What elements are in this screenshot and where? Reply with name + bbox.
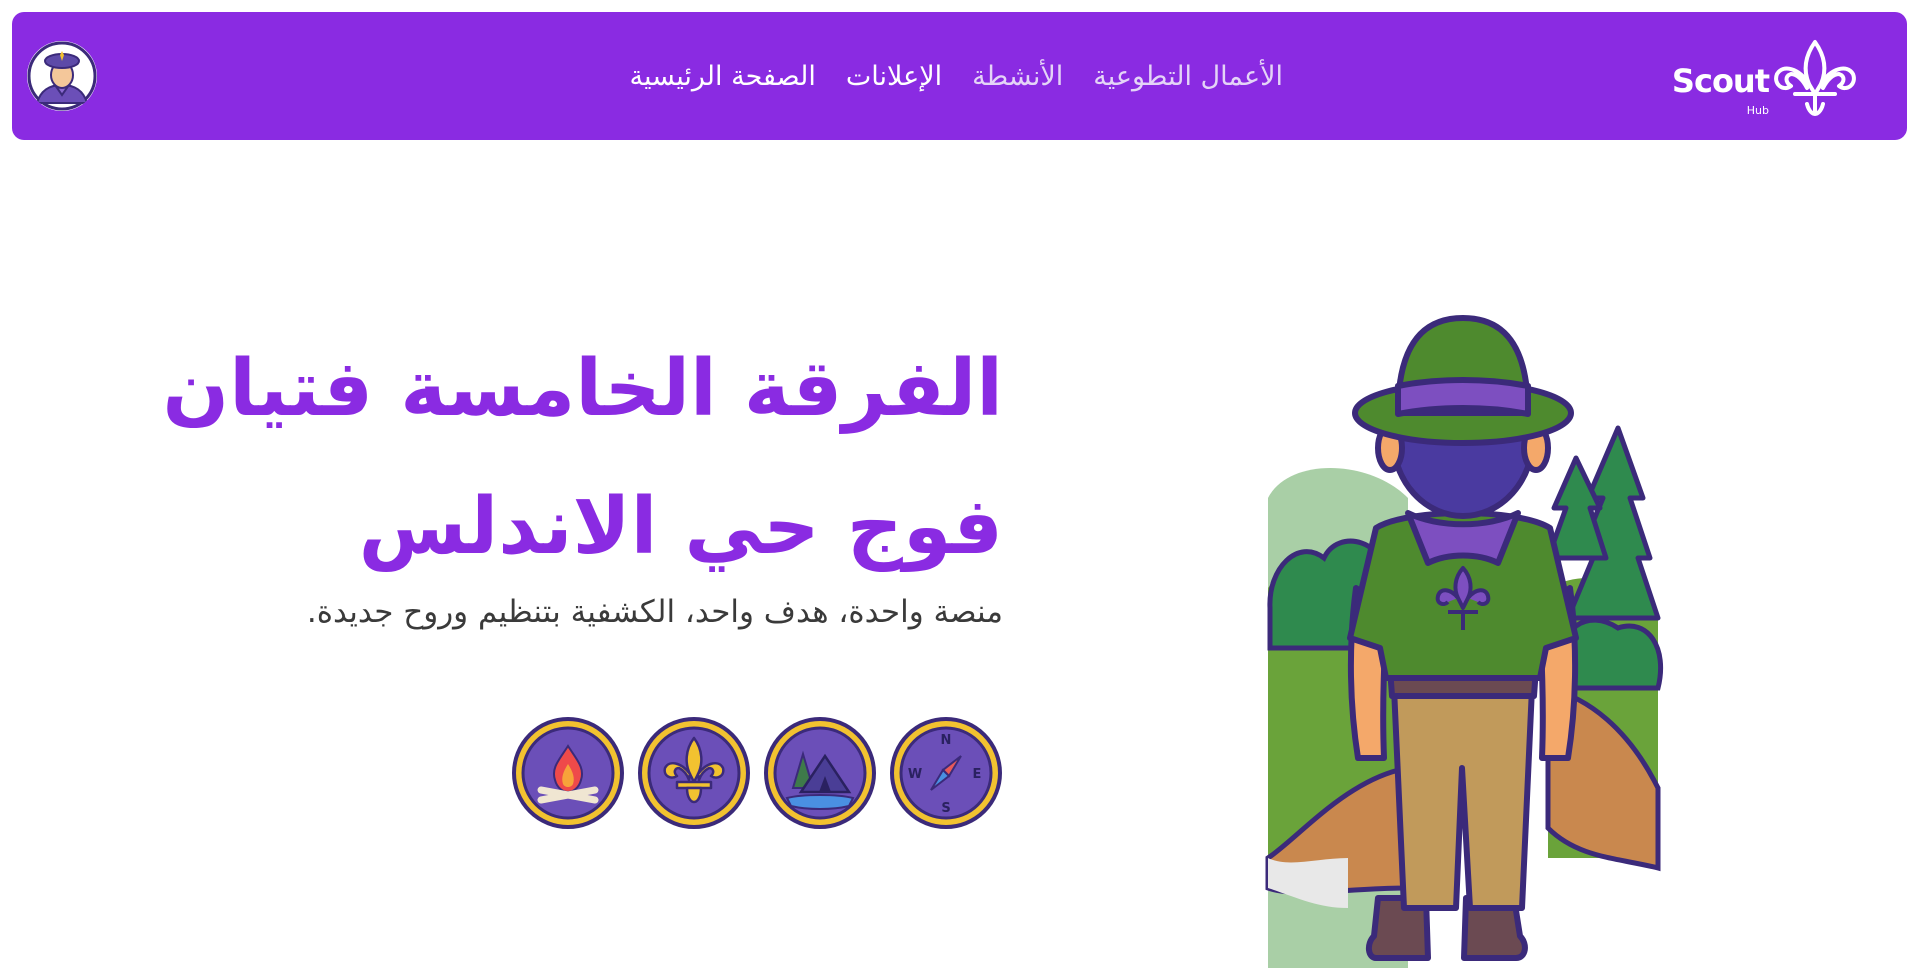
nav-volunteering[interactable]: الأعمال التطوعية bbox=[1093, 61, 1283, 92]
hero-title-line-1: الفرقة الخامسة فتيان bbox=[162, 344, 1003, 434]
compass-letter-e: E bbox=[973, 767, 982, 782]
nav-announcements[interactable]: الإعلانات bbox=[846, 61, 942, 92]
fleur-de-lis-icon bbox=[638, 717, 750, 829]
compass-icon: N E S W bbox=[890, 717, 1002, 829]
compass-letter-w: W bbox=[908, 767, 922, 782]
logo-wordmark: Scout bbox=[1671, 62, 1770, 100]
badge-row: N E S W bbox=[511, 716, 1003, 830]
scout-avatar-icon bbox=[27, 41, 97, 111]
compass-letter-s: S bbox=[941, 801, 950, 816]
fleur-de-lis-logo-icon bbox=[1774, 40, 1856, 116]
compass-letter-n: N bbox=[941, 733, 952, 748]
scout-illustration bbox=[1265, 315, 1664, 968]
tent-icon bbox=[764, 717, 876, 829]
hero-title-line-2: فوج حي الاندلس bbox=[358, 482, 1003, 572]
nav-activities[interactable]: الأنشطة bbox=[972, 61, 1063, 92]
navbar: Scout Hub الصفحة الرئيسية الإعلانات الأن… bbox=[12, 12, 1907, 140]
hero-subtitle: منصة واحدة، هدف واحد، الكشفية بتنظيم ورو… bbox=[306, 594, 1003, 630]
hero-title: الفرقة الخامسة فتيان فوج حي الاندلس bbox=[103, 320, 1003, 596]
user-avatar[interactable] bbox=[27, 41, 97, 111]
campfire-icon bbox=[512, 717, 624, 829]
scout-hub-logo[interactable]: Scout Hub bbox=[1672, 32, 1879, 122]
logo-subtext: Hub bbox=[1746, 104, 1769, 117]
main-nav: الصفحة الرئيسية الإعلانات الأنشطة الأعما… bbox=[630, 12, 1283, 140]
nav-home[interactable]: الصفحة الرئيسية bbox=[630, 61, 816, 92]
